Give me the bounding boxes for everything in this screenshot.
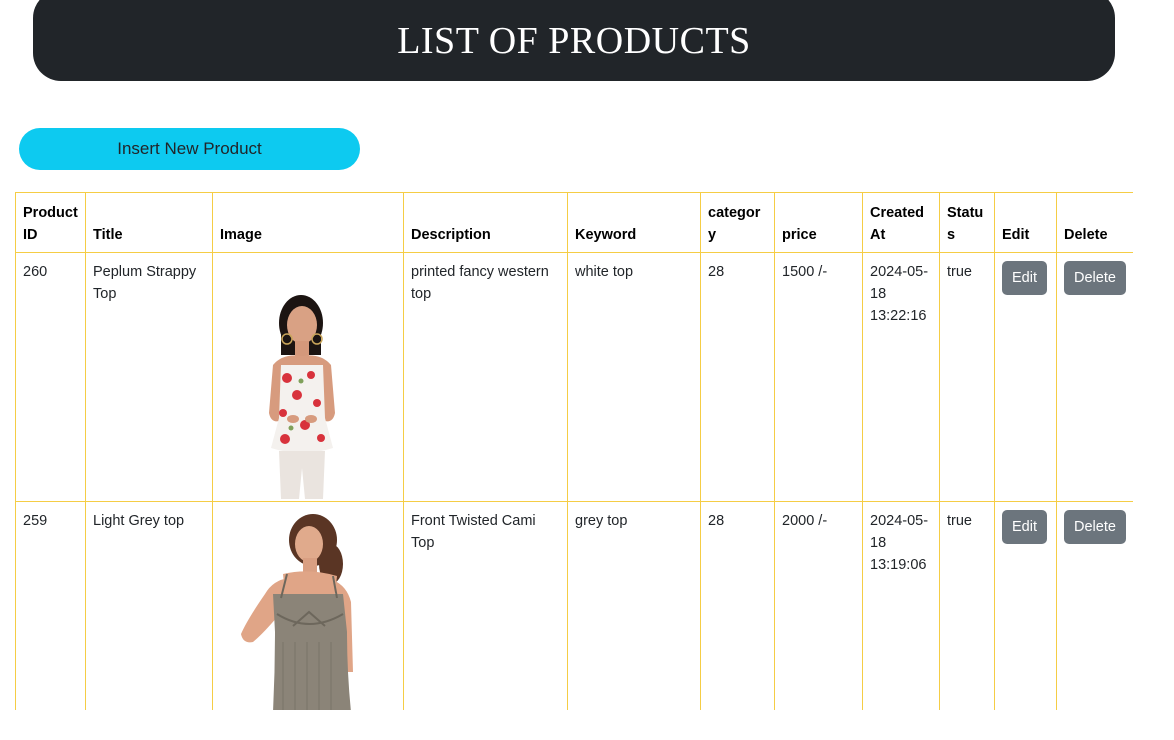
- cell-image: [212, 501, 404, 710]
- cell-product-id: 260: [15, 252, 86, 502]
- cell-keyword: white top: [567, 252, 701, 502]
- column-header-delete: Delete: [1056, 192, 1133, 253]
- cell-keyword: grey top: [567, 501, 701, 710]
- cell-title: Light Grey top: [85, 501, 213, 710]
- delete-button[interactable]: Delete: [1064, 510, 1126, 544]
- edit-button[interactable]: Edit: [1002, 261, 1047, 295]
- column-header-description: Description: [403, 192, 568, 253]
- column-header-status: Status: [939, 192, 995, 253]
- page-title: LIST OF PRODUCTS: [397, 19, 751, 62]
- column-header-price: price: [774, 192, 863, 253]
- cell-description: printed fancy western top: [403, 252, 568, 502]
- cell-category: 28: [700, 501, 775, 710]
- cell-delete: Delete: [1056, 252, 1133, 502]
- table-row: 260 Peplum Strappy Top printed fancy wes…: [15, 252, 1133, 502]
- cell-delete: Delete: [1056, 501, 1133, 710]
- cell-image: [212, 252, 404, 502]
- edit-button[interactable]: Edit: [1002, 510, 1047, 544]
- column-header-category: category: [700, 192, 775, 253]
- table-header-row: Product ID Title Image Description Keywo…: [15, 192, 1133, 253]
- cell-status: true: [939, 252, 995, 502]
- products-table-container: Product ID Title Image Description Keywo…: [15, 192, 1133, 710]
- column-header-edit: Edit: [994, 192, 1057, 253]
- column-header-created-at: Created At: [862, 192, 940, 253]
- delete-button[interactable]: Delete: [1064, 261, 1126, 295]
- cell-created-at: 2024-05-18 13:22:16: [862, 252, 940, 502]
- cell-title: Peplum Strappy Top: [85, 252, 213, 502]
- insert-new-product-button[interactable]: Insert New Product: [19, 128, 360, 170]
- column-header-title: Title: [85, 192, 213, 253]
- cell-price: 2000 /-: [774, 501, 863, 710]
- cell-category: 28: [700, 252, 775, 502]
- cell-edit: Edit: [994, 252, 1057, 502]
- product-photo-floral-top: [269, 295, 335, 499]
- cell-price: 1500 /-: [774, 252, 863, 502]
- column-header-image: Image: [212, 192, 404, 253]
- products-table: Product ID Title Image Description Keywo…: [15, 192, 1133, 710]
- cell-product-id: 259: [15, 501, 86, 710]
- column-header-keyword: Keyword: [567, 192, 701, 253]
- cell-created-at: 2024-05-18 13:19:06: [862, 501, 940, 710]
- column-header-product-id: Product ID: [15, 192, 86, 253]
- page-header: LIST OF PRODUCTS: [33, 0, 1115, 81]
- cell-description: Front Twisted Cami Top: [403, 501, 568, 710]
- cell-edit: Edit: [994, 501, 1057, 710]
- product-photo-grey-top: [241, 514, 353, 710]
- cell-status: true: [939, 501, 995, 710]
- table-row: 259 Light Grey top Front Twisted Cami To…: [15, 501, 1133, 710]
